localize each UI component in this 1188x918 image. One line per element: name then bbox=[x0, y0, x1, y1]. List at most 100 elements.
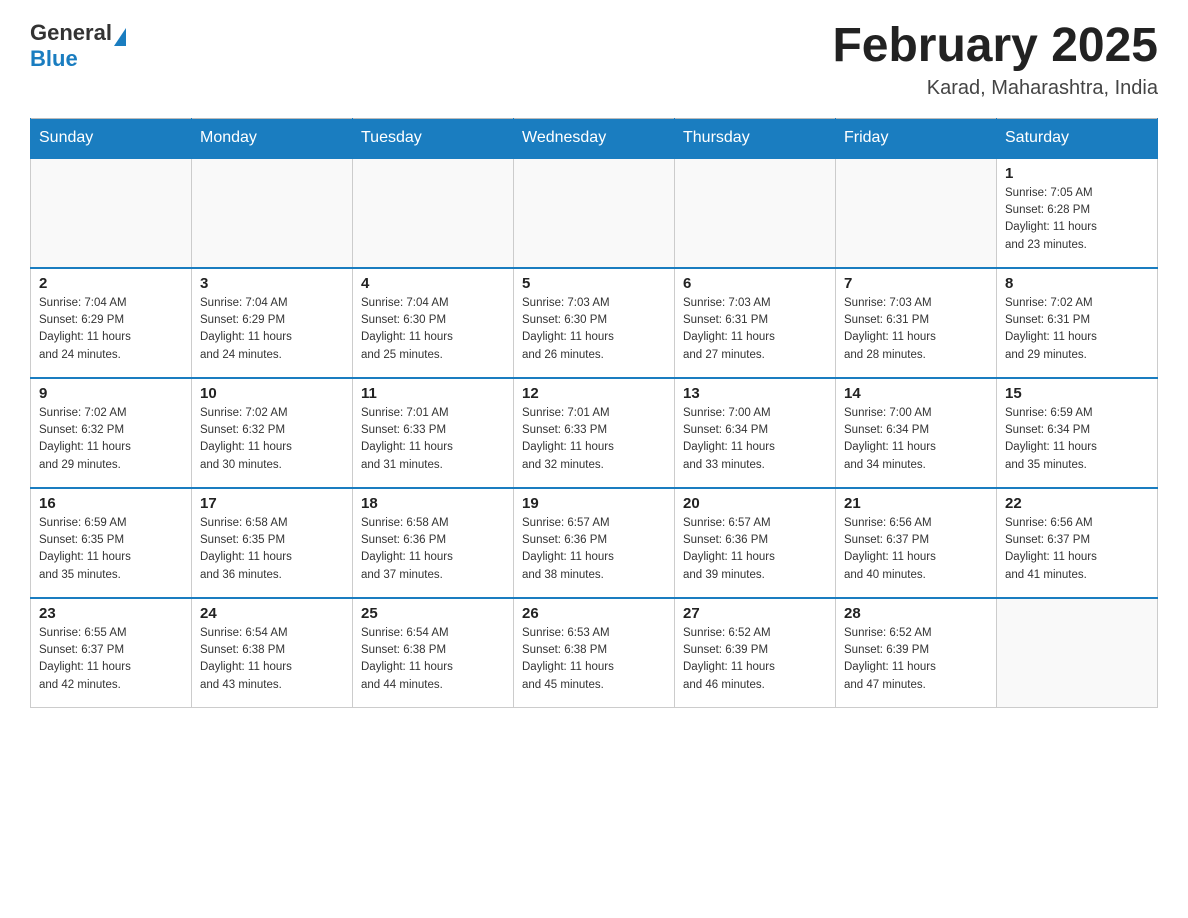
day-info: Sunrise: 7:00 AM Sunset: 6:34 PM Dayligh… bbox=[683, 405, 827, 474]
calendar-cell: 27 Sunrise: 6:52 AM Sunset: 6:39 PM Dayli… bbox=[675, 598, 836, 708]
calendar-cell: 21 Sunrise: 6:56 AM Sunset: 6:37 PM Dayli… bbox=[836, 488, 997, 598]
calendar-cell: 12 Sunrise: 7:01 AM Sunset: 6:33 PM Dayli… bbox=[514, 378, 675, 488]
calendar-cell: 16Sunrise: 6:59 AM Sunset: 6:35 PM Dayli… bbox=[31, 488, 192, 598]
calendar-cell: 2 Sunrise: 7:04 AM Sunset: 6:29 PM Daylig… bbox=[31, 268, 192, 378]
day-number: 14 bbox=[844, 385, 988, 402]
logo-triangle-icon bbox=[114, 28, 126, 46]
calendar-cell: 14 Sunrise: 7:00 AM Sunset: 6:34 PM Dayli… bbox=[836, 378, 997, 488]
calendar-cell bbox=[192, 158, 353, 268]
day-info: Sunrise: 6:57 AM Sunset: 6:36 PM Dayligh… bbox=[683, 515, 827, 584]
calendar-header-row: SundayMondayTuesdayWednesdayThursdayFrid… bbox=[31, 118, 1158, 158]
calendar-week-row: 16Sunrise: 6:59 AM Sunset: 6:35 PM Dayli… bbox=[31, 488, 1158, 598]
calendar-cell: 11 Sunrise: 7:01 AM Sunset: 6:33 PM Dayli… bbox=[353, 378, 514, 488]
day-number: 4 bbox=[361, 275, 505, 292]
day-info: Sunrise: 6:55 AM Sunset: 6:37 PM Dayligh… bbox=[39, 625, 183, 694]
day-number: 17 bbox=[200, 495, 344, 512]
calendar-cell bbox=[675, 158, 836, 268]
day-info: Sunrise: 7:03 AM Sunset: 6:31 PM Dayligh… bbox=[683, 295, 827, 364]
day-info: Sunrise: 7:02 AM Sunset: 6:31 PM Dayligh… bbox=[1005, 295, 1149, 364]
calendar-cell: 9Sunrise: 7:02 AM Sunset: 6:32 PM Daylig… bbox=[31, 378, 192, 488]
title-block: February 2025 Karad, Maharashtra, India bbox=[832, 20, 1158, 100]
day-number: 10 bbox=[200, 385, 344, 402]
day-info: Sunrise: 7:03 AM Sunset: 6:30 PM Dayligh… bbox=[522, 295, 666, 364]
day-info: Sunrise: 6:58 AM Sunset: 6:36 PM Dayligh… bbox=[361, 515, 505, 584]
calendar-day-header: Friday bbox=[836, 118, 997, 158]
day-number: 13 bbox=[683, 385, 827, 402]
day-number: 2 bbox=[39, 275, 183, 292]
day-number: 21 bbox=[844, 495, 988, 512]
calendar-cell bbox=[31, 158, 192, 268]
day-number: 18 bbox=[361, 495, 505, 512]
calendar-cell: 3 Sunrise: 7:04 AM Sunset: 6:29 PM Daylig… bbox=[192, 268, 353, 378]
calendar-week-row: 1 Sunrise: 7:05 AM Sunset: 6:28 PM Daylig… bbox=[31, 158, 1158, 268]
day-number: 28 bbox=[844, 605, 988, 622]
calendar-cell: 28 Sunrise: 6:52 AM Sunset: 6:39 PM Dayli… bbox=[836, 598, 997, 708]
calendar-week-row: 23 Sunrise: 6:55 AM Sunset: 6:37 PM Dayli… bbox=[31, 598, 1158, 708]
calendar-cell: 5 Sunrise: 7:03 AM Sunset: 6:30 PM Daylig… bbox=[514, 268, 675, 378]
day-number: 6 bbox=[683, 275, 827, 292]
day-number: 26 bbox=[522, 605, 666, 622]
day-number: 23 bbox=[39, 605, 183, 622]
calendar-cell bbox=[353, 158, 514, 268]
day-info: Sunrise: 7:00 AM Sunset: 6:34 PM Dayligh… bbox=[844, 405, 988, 474]
calendar-cell: 18 Sunrise: 6:58 AM Sunset: 6:36 PM Dayli… bbox=[353, 488, 514, 598]
calendar-cell: 8 Sunrise: 7:02 AM Sunset: 6:31 PM Daylig… bbox=[997, 268, 1158, 378]
day-info: Sunrise: 7:05 AM Sunset: 6:28 PM Dayligh… bbox=[1005, 185, 1149, 254]
calendar-cell bbox=[514, 158, 675, 268]
day-number: 5 bbox=[522, 275, 666, 292]
logo-general-text: General bbox=[30, 20, 112, 46]
day-info: Sunrise: 6:59 AM Sunset: 6:35 PM Dayligh… bbox=[39, 515, 183, 584]
day-number: 19 bbox=[522, 495, 666, 512]
day-info: Sunrise: 6:56 AM Sunset: 6:37 PM Dayligh… bbox=[844, 515, 988, 584]
calendar-cell: 10 Sunrise: 7:02 AM Sunset: 6:32 PM Dayli… bbox=[192, 378, 353, 488]
day-number: 15 bbox=[1005, 385, 1149, 402]
day-info: Sunrise: 6:57 AM Sunset: 6:36 PM Dayligh… bbox=[522, 515, 666, 584]
calendar-cell: 1 Sunrise: 7:05 AM Sunset: 6:28 PM Daylig… bbox=[997, 158, 1158, 268]
calendar-day-header: Saturday bbox=[997, 118, 1158, 158]
day-info: Sunrise: 7:02 AM Sunset: 6:32 PM Dayligh… bbox=[39, 405, 183, 474]
day-info: Sunrise: 6:53 AM Sunset: 6:38 PM Dayligh… bbox=[522, 625, 666, 694]
day-info: Sunrise: 7:01 AM Sunset: 6:33 PM Dayligh… bbox=[522, 405, 666, 474]
calendar-cell: 13 Sunrise: 7:00 AM Sunset: 6:34 PM Dayli… bbox=[675, 378, 836, 488]
day-number: 7 bbox=[844, 275, 988, 292]
day-number: 27 bbox=[683, 605, 827, 622]
calendar-day-header: Monday bbox=[192, 118, 353, 158]
day-number: 11 bbox=[361, 385, 505, 402]
calendar-table: SundayMondayTuesdayWednesdayThursdayFrid… bbox=[30, 118, 1158, 709]
calendar-cell bbox=[836, 158, 997, 268]
day-info: Sunrise: 7:02 AM Sunset: 6:32 PM Dayligh… bbox=[200, 405, 344, 474]
day-info: Sunrise: 7:04 AM Sunset: 6:30 PM Dayligh… bbox=[361, 295, 505, 364]
day-number: 3 bbox=[200, 275, 344, 292]
calendar-cell: 25 Sunrise: 6:54 AM Sunset: 6:38 PM Dayli… bbox=[353, 598, 514, 708]
day-info: Sunrise: 6:52 AM Sunset: 6:39 PM Dayligh… bbox=[683, 625, 827, 694]
calendar-day-header: Sunday bbox=[31, 118, 192, 158]
calendar-day-header: Thursday bbox=[675, 118, 836, 158]
day-info: Sunrise: 7:04 AM Sunset: 6:29 PM Dayligh… bbox=[200, 295, 344, 364]
day-info: Sunrise: 7:03 AM Sunset: 6:31 PM Dayligh… bbox=[844, 295, 988, 364]
calendar-day-header: Tuesday bbox=[353, 118, 514, 158]
day-info: Sunrise: 6:56 AM Sunset: 6:37 PM Dayligh… bbox=[1005, 515, 1149, 584]
location-title: Karad, Maharashtra, India bbox=[832, 77, 1158, 100]
day-info: Sunrise: 7:01 AM Sunset: 6:33 PM Dayligh… bbox=[361, 405, 505, 474]
day-info: Sunrise: 6:59 AM Sunset: 6:34 PM Dayligh… bbox=[1005, 405, 1149, 474]
day-info: Sunrise: 6:52 AM Sunset: 6:39 PM Dayligh… bbox=[844, 625, 988, 694]
calendar-cell: 6 Sunrise: 7:03 AM Sunset: 6:31 PM Daylig… bbox=[675, 268, 836, 378]
logo-blue-text: Blue bbox=[30, 46, 126, 72]
calendar-cell: 15 Sunrise: 6:59 AM Sunset: 6:34 PM Dayli… bbox=[997, 378, 1158, 488]
month-title: February 2025 bbox=[832, 20, 1158, 73]
logo: General Blue bbox=[30, 20, 126, 72]
calendar-cell: 19 Sunrise: 6:57 AM Sunset: 6:36 PM Dayli… bbox=[514, 488, 675, 598]
day-number: 24 bbox=[200, 605, 344, 622]
calendar-cell: 4 Sunrise: 7:04 AM Sunset: 6:30 PM Daylig… bbox=[353, 268, 514, 378]
day-number: 25 bbox=[361, 605, 505, 622]
day-info: Sunrise: 7:04 AM Sunset: 6:29 PM Dayligh… bbox=[39, 295, 183, 364]
day-number: 20 bbox=[683, 495, 827, 512]
calendar-week-row: 2 Sunrise: 7:04 AM Sunset: 6:29 PM Daylig… bbox=[31, 268, 1158, 378]
day-number: 8 bbox=[1005, 275, 1149, 292]
day-number: 1 bbox=[1005, 165, 1149, 182]
day-info: Sunrise: 6:54 AM Sunset: 6:38 PM Dayligh… bbox=[361, 625, 505, 694]
calendar-cell: 26 Sunrise: 6:53 AM Sunset: 6:38 PM Dayli… bbox=[514, 598, 675, 708]
day-info: Sunrise: 6:54 AM Sunset: 6:38 PM Dayligh… bbox=[200, 625, 344, 694]
calendar-cell: 22Sunrise: 6:56 AM Sunset: 6:37 PM Dayli… bbox=[997, 488, 1158, 598]
day-number: 12 bbox=[522, 385, 666, 402]
